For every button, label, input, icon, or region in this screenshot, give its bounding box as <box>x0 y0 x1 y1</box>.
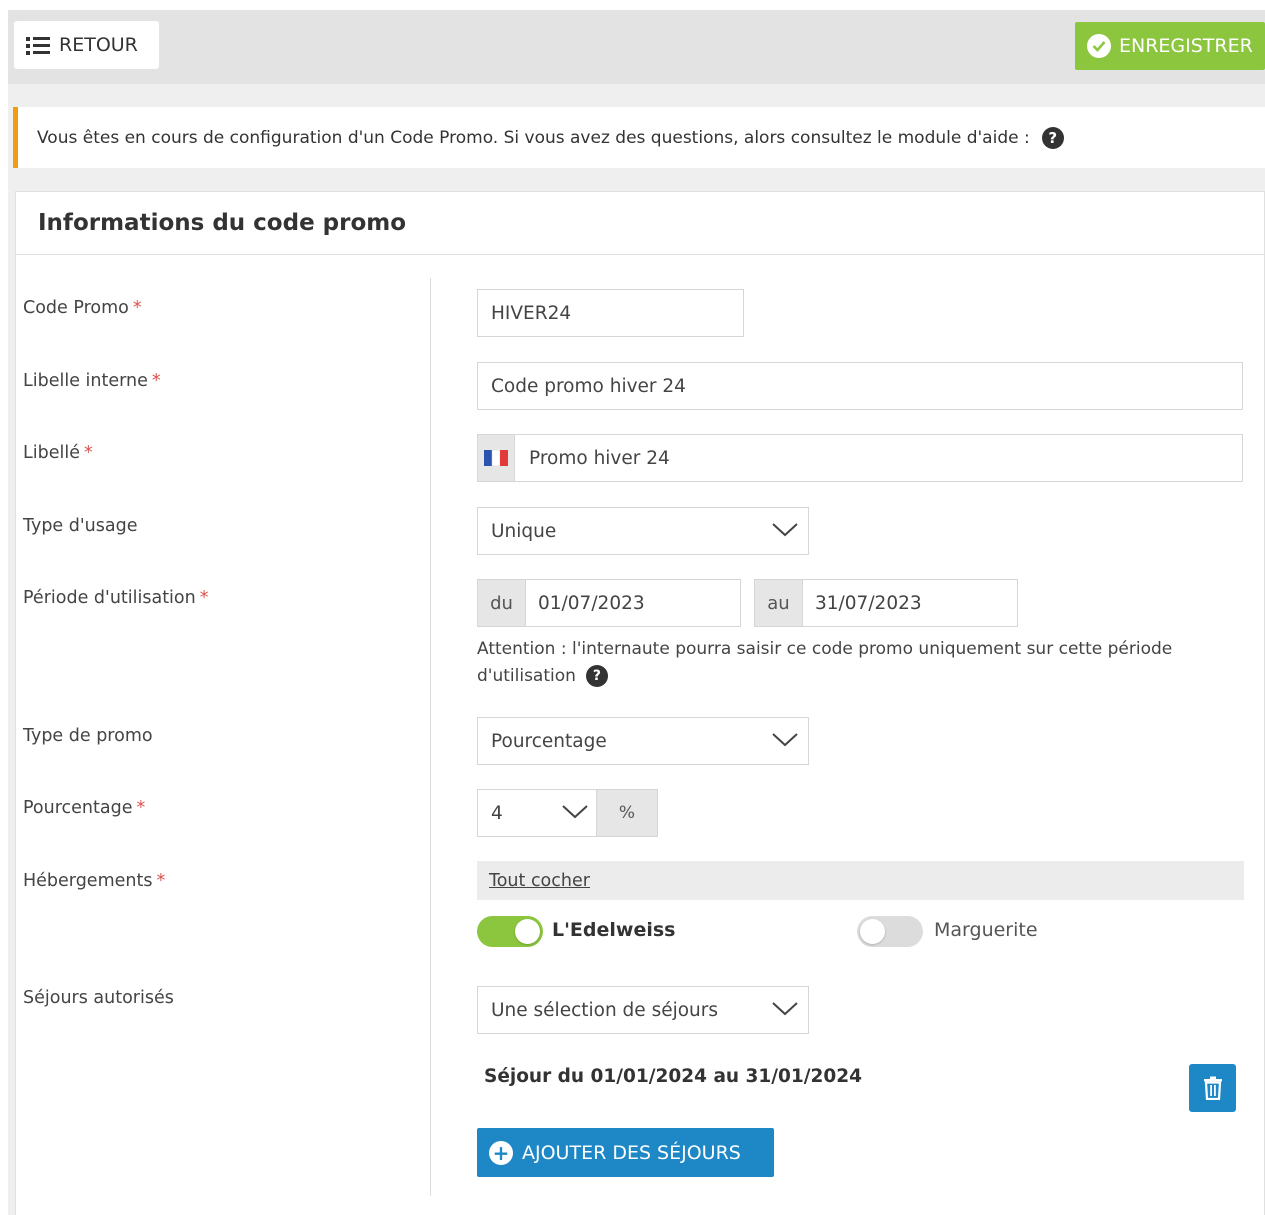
libelle-label-text: Libellé <box>23 443 80 463</box>
periode-hint-text: Attention : l'internaute pourra saisir c… <box>477 639 1173 686</box>
help-icon[interactable]: ? <box>1041 126 1064 149</box>
pourcentage-value: 4 <box>491 802 503 824</box>
save-button-label: ENREGISTRER <box>1119 35 1253 57</box>
language-addon[interactable] <box>478 435 515 481</box>
toggle-knob <box>860 919 885 944</box>
required-marker: * <box>156 871 166 891</box>
type-promo-value: Pourcentage <box>491 730 607 752</box>
type-usage-label-text: Type d'usage <box>23 516 138 536</box>
back-button-label: RETOUR <box>59 34 138 56</box>
promo-info-panel: Informations du code promo <box>15 191 1265 1215</box>
date-from-value: 01/07/2023 <box>538 592 645 614</box>
hebergements-label: Hébergements * <box>23 871 165 891</box>
sejours-label-text: Séjours autorisés <box>23 988 174 1008</box>
required-marker: * <box>199 588 209 608</box>
hebergement-marguerite-label: Marguerite <box>934 919 1038 941</box>
date-to-value: 31/07/2023 <box>815 592 922 614</box>
percent-addon: % <box>596 790 657 836</box>
plus-circle-icon: + <box>489 1140 513 1165</box>
type-usage-label: Type d'usage <box>23 516 138 536</box>
hebergements-label-text: Hébergements <box>23 871 153 891</box>
list-icon <box>26 35 50 55</box>
french-flag-icon <box>484 450 508 466</box>
sejours-select[interactable]: Une sélection de séjours <box>477 986 809 1034</box>
type-usage-select[interactable]: Unique <box>477 507 809 555</box>
required-marker: * <box>132 298 142 318</box>
periode-hint: Attention : l'internaute pourra saisir c… <box>477 636 1217 690</box>
code-promo-value: HIVER24 <box>491 302 572 324</box>
alert-text: Vous êtes en cours de configuration d'un… <box>37 127 1030 148</box>
save-button[interactable]: ENREGISTRER <box>1075 22 1265 70</box>
panel-title: Informations du code promo <box>38 210 407 236</box>
chevron-down-icon <box>772 523 798 537</box>
code-promo-input[interactable]: HIVER24 <box>477 289 744 337</box>
chevron-down-icon <box>772 733 798 747</box>
type-promo-select[interactable]: Pourcentage <box>477 717 809 765</box>
libelle-label: Libellé * <box>23 443 93 463</box>
config-alert: Vous êtes en cours de configuration d'un… <box>13 107 1265 168</box>
sejour-entry: Séjour du 01/01/2024 au 31/01/2024 <box>484 1066 863 1087</box>
libelle-interne-value: Code promo hiver 24 <box>491 375 686 397</box>
pourcentage-select[interactable]: 4 % <box>477 789 658 837</box>
add-sejours-button[interactable]: + AJOUTER DES SÉJOURS <box>477 1128 774 1177</box>
code-promo-label: Code Promo * <box>23 298 142 318</box>
date-to-input[interactable]: au 31/07/2023 <box>754 579 1018 627</box>
pourcentage-label: Pourcentage * <box>23 798 145 818</box>
required-marker: * <box>151 371 161 391</box>
date-to-prefix: au <box>755 580 803 626</box>
pourcentage-label-text: Pourcentage <box>23 798 133 818</box>
sejours-label: Séjours autorisés <box>23 988 174 1008</box>
type-promo-label: Type de promo <box>23 726 153 746</box>
required-marker: * <box>83 443 93 463</box>
chevron-down-icon <box>772 1002 798 1016</box>
column-divider <box>430 278 431 1196</box>
code-promo-label-text: Code Promo <box>23 298 129 318</box>
help-icon[interactable]: ? <box>585 665 608 687</box>
chevron-down-icon <box>562 805 588 819</box>
pourcentage-value-wrap: 4 <box>478 790 596 836</box>
toggle-marguerite[interactable] <box>857 916 923 947</box>
libelle-interne-input[interactable]: Code promo hiver 24 <box>477 362 1243 410</box>
date-from-input[interactable]: du 01/07/2023 <box>477 579 741 627</box>
toggle-knob <box>515 919 540 944</box>
back-button[interactable]: RETOUR <box>14 21 159 69</box>
delete-sejour-button[interactable] <box>1189 1064 1236 1112</box>
libelle-interne-label-text: Libelle interne <box>23 371 148 391</box>
date-from-prefix: du <box>478 580 526 626</box>
periode-label: Période d'utilisation * <box>23 588 208 608</box>
type-usage-value: Unique <box>491 520 557 542</box>
top-toolbar: RETOUR ENREGISTRER <box>8 10 1265 84</box>
libelle-interne-label: Libelle interne * <box>23 371 161 391</box>
add-sejours-label: AJOUTER DES SÉJOURS <box>522 1141 741 1164</box>
libelle-input[interactable]: Promo hiver 24 <box>477 434 1243 482</box>
sejours-value: Une sélection de séjours <box>491 999 719 1021</box>
hebergement-edelweiss-label: L'Edelweiss <box>552 919 676 941</box>
check-circle-icon <box>1087 34 1111 58</box>
required-marker: * <box>136 798 146 818</box>
select-all-link[interactable]: Tout cocher <box>477 861 1244 900</box>
panel-divider <box>16 254 1264 255</box>
type-promo-label-text: Type de promo <box>23 726 153 746</box>
trash-icon <box>1203 1076 1222 1100</box>
libelle-value: Promo hiver 24 <box>529 447 670 469</box>
toggle-edelweiss[interactable] <box>477 916 543 947</box>
periode-label-text: Période d'utilisation <box>23 588 196 608</box>
